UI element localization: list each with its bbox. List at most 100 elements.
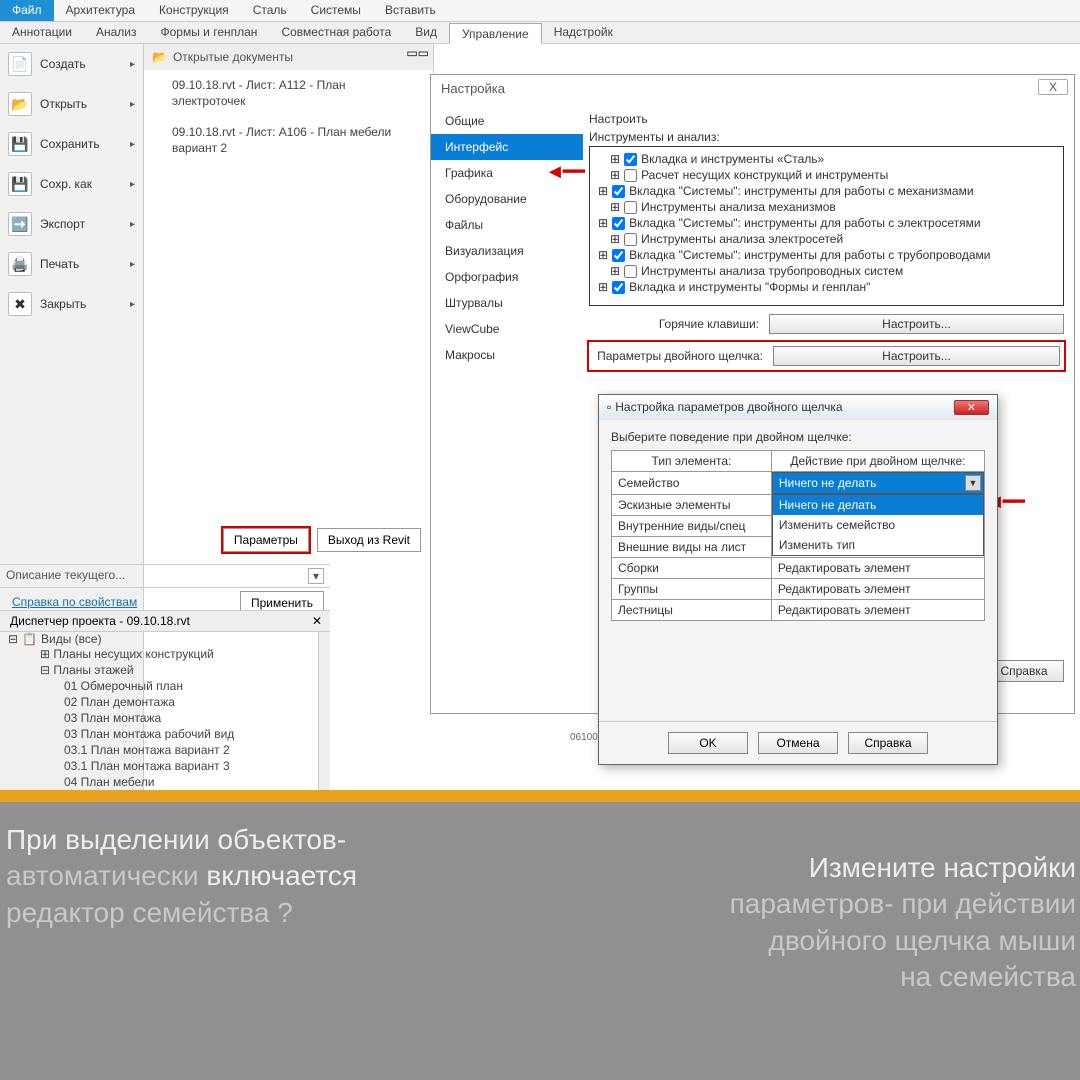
col-element-type: Тип элемента: (612, 451, 772, 472)
table-row[interactable]: ГруппыРедактировать элемент (612, 579, 985, 600)
tree-leaf[interactable]: 02 План демонтажа (0, 694, 330, 710)
settings-category[interactable]: Орфография (431, 264, 583, 290)
dropdown-option[interactable]: Ничего не делать (773, 495, 983, 515)
ribbon-tab[interactable]: Файл (0, 0, 54, 21)
doubleclick-label: Параметры двойного щелчка: (593, 349, 773, 363)
tool-check-row[interactable]: ⊞Вкладка "Системы": инструменты для рабо… (594, 215, 1059, 231)
tool-check-row[interactable]: ⊞Вкладка и инструменты "Формы и генплан" (594, 279, 1059, 295)
tool-check-row[interactable]: ⊞Вкладка "Системы": инструменты для рабо… (594, 183, 1059, 199)
help-button[interactable]: Справка (848, 732, 928, 754)
tool-check-row[interactable]: ⊞Инструменты анализа механизмов (594, 199, 1059, 215)
tool-checkbox[interactable] (624, 201, 637, 214)
settings-category[interactable]: Макросы (431, 342, 583, 368)
close-icon: ✖ (8, 292, 32, 316)
tool-check-row[interactable]: ⊞Вкладка "Системы": инструменты для рабо… (594, 247, 1059, 263)
open-doc[interactable]: 09.10.18.rvt - Лист: A112 - План электро… (144, 70, 433, 117)
open-doc[interactable]: 09.10.18.rvt - Лист: A106 - План мебели … (144, 117, 433, 164)
ribbon-tab[interactable]: Вид (403, 22, 449, 43)
tree-leaf[interactable]: 01 Обмерочный план (0, 678, 330, 694)
docs-header-label: Открытые документы (173, 50, 293, 64)
tool-checkbox[interactable] (624, 169, 637, 182)
ribbon-tab[interactable]: Совместная работа (269, 22, 403, 43)
table-row[interactable]: ЛестницыРедактировать элемент (612, 600, 985, 621)
cancel-button[interactable]: Отмена (758, 732, 838, 754)
tool-checkbox[interactable] (612, 281, 625, 294)
settings-category[interactable]: Интерфейс (431, 134, 583, 160)
settings-category[interactable]: Файлы (431, 212, 583, 238)
tree-leaf[interactable]: 03 План монтажа рабочий вид (0, 726, 330, 742)
table-row[interactable]: СборкиРедактировать элемент (612, 558, 985, 579)
tree-node[interactable]: ⊞ Планы несущих конструкций (0, 646, 330, 662)
chevron-down-icon[interactable]: ▼ (965, 475, 981, 491)
parameters-button[interactable]: Параметры (223, 528, 309, 552)
ribbon-tab[interactable]: Анализ (84, 22, 149, 43)
doubleclick-dialog: ▫Настройка параметров двойного щелчка✕ В… (598, 394, 998, 765)
dropdown-option[interactable]: Изменить тип (773, 535, 983, 555)
ribbon-top: ФайлАрхитектураКонструкцияСтальСистемыВс… (0, 0, 1080, 22)
ribbon-tab[interactable]: Управление (449, 23, 542, 44)
ribbon-tab[interactable]: Архитектура (54, 0, 148, 21)
print-icon: 🖨️ (8, 252, 32, 276)
tree-leaf[interactable]: 03 План монтажа (0, 710, 330, 726)
tool-checkbox[interactable] (612, 185, 625, 198)
settings-category[interactable]: Визуализация (431, 238, 583, 264)
action-cell[interactable]: Редактировать элемент (771, 558, 984, 579)
tree-leaf[interactable]: 03.1 План монтажа вариант 2 (0, 742, 330, 758)
close-icon[interactable]: ✕ (304, 611, 330, 631)
tool-check-row[interactable]: ⊞Вкладка и инструменты «Сталь» (594, 151, 1059, 167)
tool-check-row[interactable]: ⊞Инструменты анализа электросетей (594, 231, 1059, 247)
tool-check-row[interactable]: ⊞Инструменты анализа трубопроводных сист… (594, 263, 1059, 279)
tool-checkbox[interactable] (612, 217, 625, 230)
tree-glyph: ⊞ (598, 216, 608, 230)
overlay-line: При выделении объектов- (6, 824, 346, 855)
exit-revit-button[interactable]: Выход из Revit (317, 528, 421, 552)
layout-icon[interactable]: ▭▭ (406, 46, 429, 60)
tools-label: Инструменты и анализ: (589, 130, 1064, 144)
tool-checkbox[interactable] (612, 249, 625, 262)
tree-node[interactable]: ⊟ Планы этажей (0, 662, 330, 678)
ribbon-tab[interactable]: Вставить (373, 0, 448, 21)
ok-button[interactable]: OK (668, 732, 748, 754)
dropdown-option[interactable]: Изменить семейство (773, 515, 983, 535)
tool-checkbox[interactable] (624, 265, 637, 278)
settings-category[interactable]: Штурвалы (431, 290, 583, 316)
doubleclick-button[interactable]: Настроить... (773, 346, 1060, 366)
ribbon-tab[interactable]: Сталь (241, 0, 299, 21)
filemenu-save[interactable]: 💾Сохранить▸ (0, 124, 143, 164)
settings-category[interactable]: Оборудование (431, 186, 583, 212)
filemenu-export[interactable]: ➡️Экспорт▸ (0, 204, 143, 244)
hotkeys-button[interactable]: Настроить... (769, 314, 1064, 334)
ribbon-tab[interactable]: Аннотации (0, 22, 84, 43)
ribbon-tab[interactable]: Надстройк (542, 22, 625, 43)
tree-body[interactable]: ⊟📋 Виды (все) ⊞ Планы несущих конструкци… (0, 632, 330, 810)
settings-category[interactable]: ViewCube (431, 316, 583, 342)
close-icon[interactable]: ✕ (954, 400, 989, 415)
ribbon-tab[interactable]: Конструкция (147, 0, 241, 21)
tool-check-row[interactable]: ⊞Расчет несущих конструкций и инструмент… (594, 167, 1059, 183)
action-cell[interactable]: Редактировать элемент (771, 600, 984, 621)
filemenu-print[interactable]: 🖨️Печать▸ (0, 244, 143, 284)
dropdown-selected[interactable]: Ничего не делать▼ (772, 472, 984, 494)
settings-close-icon[interactable]: X (1038, 79, 1068, 95)
settings-category[interactable]: Общие (431, 108, 583, 134)
tools-check-list[interactable]: ⊞Вкладка и инструменты «Сталь»⊞Расчет не… (589, 146, 1064, 306)
scrollbar[interactable] (318, 632, 330, 810)
filemenu-create[interactable]: 📄Создать▸ (0, 44, 143, 84)
filemenu-open[interactable]: 📂Открыть▸ (0, 84, 143, 124)
tool-checkbox[interactable] (624, 153, 637, 166)
tool-checkbox[interactable] (624, 233, 637, 246)
settings-categories: ОбщиеИнтерфейсГрафикаОборудованиеФайлыВи… (431, 102, 583, 692)
action-cell[interactable]: Редактировать элемент (771, 579, 984, 600)
ribbon-tab[interactable]: Системы (299, 0, 373, 21)
ribbon-tab[interactable]: Формы и генплан (149, 22, 270, 43)
tree-leaf[interactable]: 03.1 План монтажа вариант 3 (0, 758, 330, 774)
action-cell[interactable]: Ничего не делать▼Ничего не делатьИзменит… (771, 472, 984, 495)
tree-leaf[interactable]: 04 План мебели (0, 774, 330, 790)
dropdown-arrow-icon[interactable]: ▾ (308, 568, 324, 584)
filemenu-saveas[interactable]: 💾Сохр. как▸ (0, 164, 143, 204)
menu-label: Открыть (40, 97, 87, 111)
table-row[interactable]: СемействоНичего не делать▼Ничего не дела… (612, 472, 985, 495)
chevron-right-icon: ▸ (130, 139, 135, 150)
filemenu-close[interactable]: ✖Закрыть▸ (0, 284, 143, 324)
tree-root[interactable]: ⊟📋 Виды (все) (0, 632, 330, 646)
